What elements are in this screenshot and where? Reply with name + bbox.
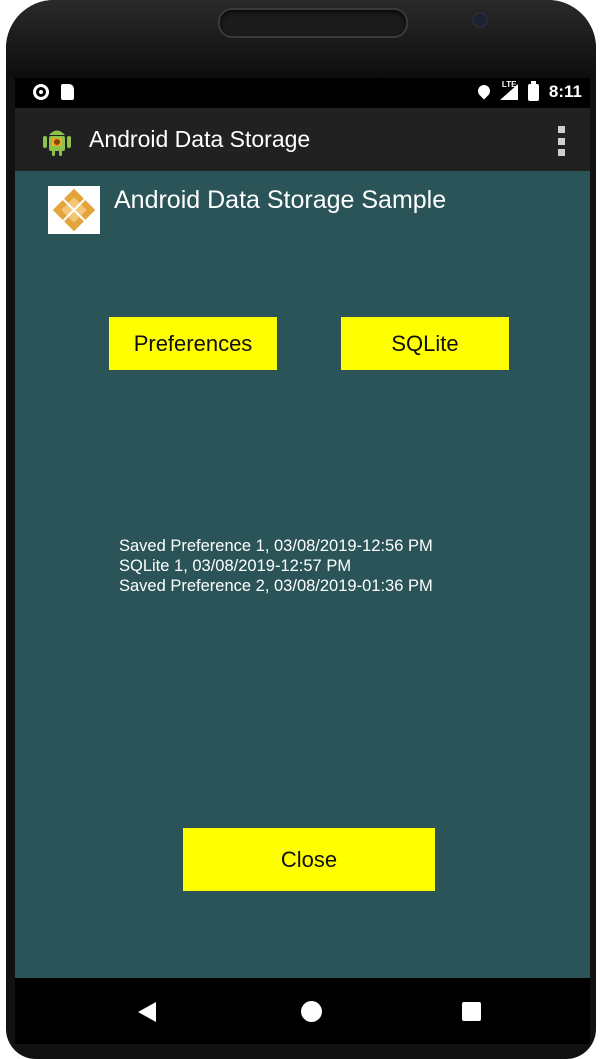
- radio-button-icon: [33, 84, 49, 100]
- app-title: Android Data Storage: [89, 126, 311, 152]
- back-icon[interactable]: [138, 1002, 156, 1022]
- sd-card-icon: [61, 84, 74, 100]
- list-item: SQLite 1, 03/08/2019-12:57 PM: [119, 557, 352, 575]
- diamond-logo-icon: [48, 186, 100, 234]
- front-camera: [474, 14, 486, 26]
- lte-signal-icon: LTE: [499, 80, 518, 100]
- preferences-button[interactable]: Preferences: [109, 317, 277, 370]
- status-time: 8:11: [548, 82, 582, 101]
- app-logo: [48, 186, 100, 234]
- status-bar-left: [33, 84, 74, 100]
- navigation-bar: [15, 978, 590, 1044]
- close-button[interactable]: Close: [183, 828, 435, 891]
- home-icon[interactable]: [301, 1001, 322, 1022]
- list-item: Saved Preference 2, 03/08/2019-01:36 PM: [119, 577, 433, 595]
- overflow-menu-icon[interactable]: [558, 126, 566, 156]
- list-item: Saved Preference 1, 03/08/2019-12:56 PM: [119, 537, 433, 555]
- status-bar: LTE 8:11: [15, 78, 590, 108]
- sqlite-button[interactable]: SQLite: [341, 317, 509, 370]
- page-title: Android Data Storage Sample: [114, 186, 447, 214]
- recents-icon[interactable]: [462, 1002, 481, 1021]
- battery-charging-icon: [527, 80, 539, 101]
- action-bar: Android Data Storage: [15, 108, 590, 171]
- earpiece-speaker: [218, 8, 408, 38]
- phone-top-bezel: [6, 0, 596, 78]
- lte-label: LTE: [501, 80, 517, 89]
- android-app-icon: [43, 130, 71, 156]
- location-icon: [475, 82, 493, 100]
- saved-entries-list: Saved Preference 1, 03/08/2019-12:56 PM …: [119, 536, 433, 596]
- status-bar-right: LTE 8:11: [475, 80, 582, 102]
